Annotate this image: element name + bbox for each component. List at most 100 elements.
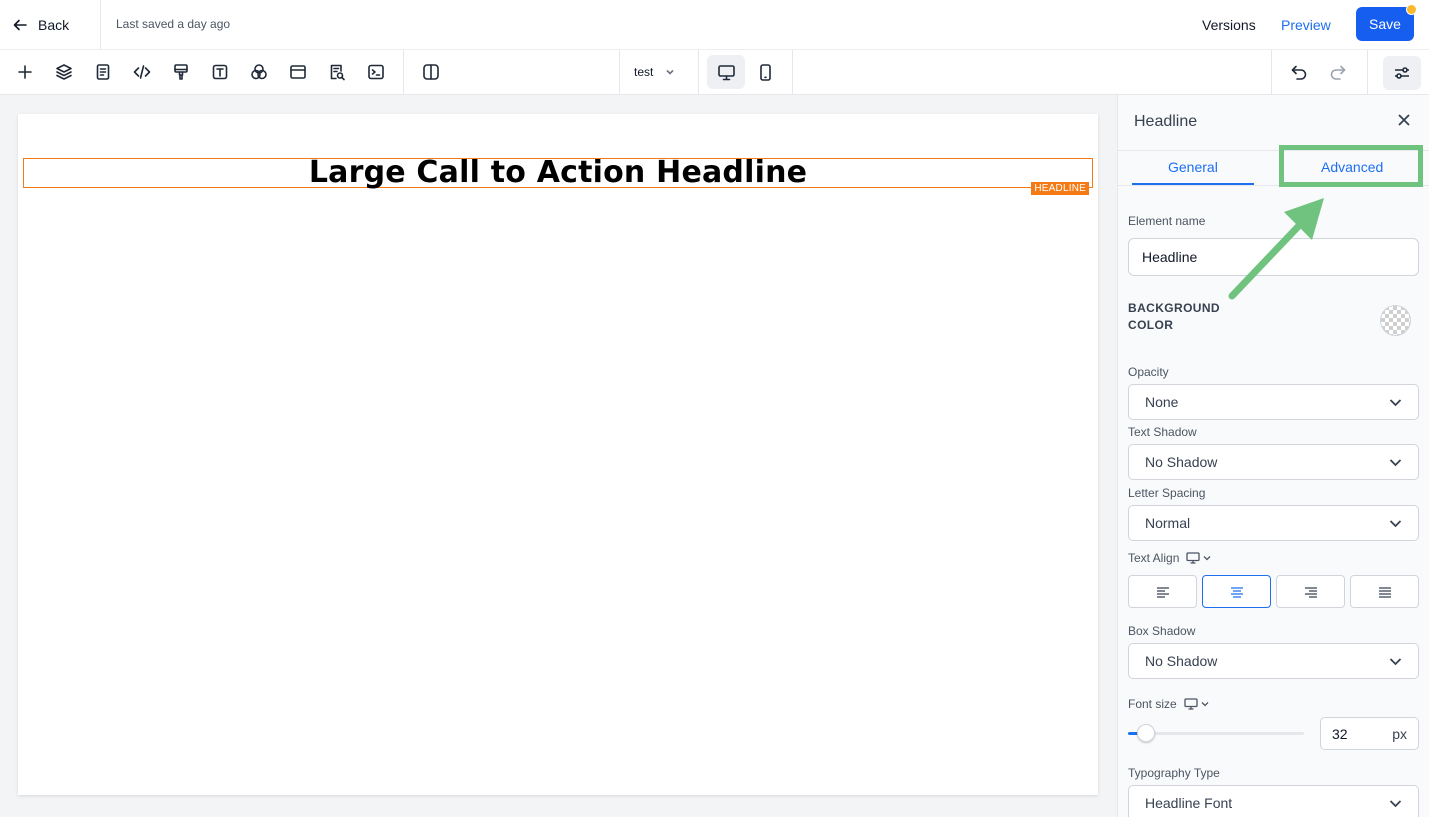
code-button[interactable] [129,59,155,85]
terminal-icon [368,64,384,80]
page-icon [96,64,110,80]
align-right-button[interactable] [1276,575,1345,608]
back-label: Back [38,17,70,33]
page-select-value: test [634,65,654,79]
last-saved-status: Last saved a day ago [116,17,231,31]
chevron-down-icon [1389,398,1402,406]
background-color-swatch[interactable] [1380,305,1411,336]
panel-header: Headline [1118,95,1429,150]
desktop-icon [717,64,735,80]
font-size-device-toggle[interactable] [1184,698,1209,710]
letter-spacing-select[interactable]: Normal [1128,505,1419,541]
text-align-device-toggle[interactable] [1186,552,1211,564]
undo-button[interactable] [1286,59,1312,85]
chevron-down-icon [1389,657,1402,665]
browser-window-icon [290,65,306,79]
background-color-label: BACKGROUND COLOR [1128,301,1220,332]
align-justify-button[interactable] [1350,575,1419,608]
panel-tabs: General Advanced [1118,150,1429,186]
text-shadow-select[interactable]: No Shadow [1128,444,1419,480]
chevron-down-icon [1389,458,1402,466]
desktop-view-button[interactable] [707,55,745,89]
opacity-value: None [1145,394,1179,410]
page-canvas: Large Call to Action Headline HEADLINE [18,114,1098,795]
text-icon [212,64,228,80]
pages-button[interactable] [90,59,116,85]
unsaved-indicator-dot [1406,4,1417,15]
split-view-button[interactable] [418,59,444,85]
align-left-button[interactable] [1128,575,1197,608]
toolbar-divider [1271,50,1272,95]
headline-text[interactable]: Large Call to Action Headline [309,158,807,188]
redo-icon [1330,65,1346,80]
arrow-left-icon [13,19,27,31]
element-name-input[interactable]: Headline [1128,238,1419,276]
sections-button[interactable] [285,59,311,85]
paint-roller-icon [174,64,188,80]
toolbar-divider [403,50,404,95]
preview-link[interactable]: Preview [1281,17,1331,33]
toolbar-divider [698,50,699,95]
selected-headline-element[interactable]: Large Call to Action Headline HEADLINE [23,158,1093,195]
align-center-button[interactable] [1202,575,1271,608]
opacity-select[interactable]: None [1128,384,1419,420]
desktop-icon [1184,698,1198,710]
top-header: Back Last saved a day ago Versions Previ… [0,0,1429,50]
font-size-label-row: Font size [1128,697,1209,711]
box-shadow-select[interactable]: No Shadow [1128,643,1419,679]
tab-general[interactable]: General [1168,159,1218,175]
layers-icon [56,64,72,80]
chevron-down-icon [1389,799,1402,807]
align-left-icon [1156,586,1169,598]
active-tab-indicator [1132,183,1254,185]
chevron-down-icon [1201,702,1209,707]
close-icon [1398,114,1410,126]
opacity-label: Opacity [1128,365,1169,379]
font-size-slider[interactable] [1128,724,1304,742]
header-divider [100,0,101,50]
box-shadow-value: No Shadow [1145,653,1218,669]
text-button[interactable] [207,59,233,85]
plus-icon [18,65,32,79]
desktop-icon [1186,552,1201,564]
code-icon [133,65,151,79]
toolbar-divider [792,50,793,95]
colors-button[interactable] [246,59,272,85]
custom-js-button[interactable] [363,59,389,85]
font-size-label: Font size [1128,697,1177,711]
element-name-label: Element name [1128,214,1206,228]
typography-type-label: Typography Type [1128,766,1220,780]
element-type-tag: HEADLINE [1031,182,1089,195]
text-align-label-row: Text Align [1128,551,1211,565]
versions-link[interactable]: Versions [1202,17,1256,33]
mobile-view-button[interactable] [746,55,784,89]
chevron-down-icon [666,69,674,75]
text-shadow-value: No Shadow [1145,454,1218,470]
seo-button[interactable] [324,59,350,85]
settings-panel-toggle[interactable] [1383,56,1421,90]
save-button[interactable]: Save [1356,7,1414,41]
typography-type-select[interactable]: Headline Font [1128,785,1419,817]
styles-button[interactable] [168,59,194,85]
chevron-down-icon [1203,556,1211,561]
close-panel-button[interactable] [1394,110,1414,130]
redo-button[interactable] [1325,59,1351,85]
add-element-button[interactable] [12,59,38,85]
typography-type-value: Headline Font [1145,795,1233,811]
box-shadow-label: Box Shadow [1128,624,1196,638]
toolbar-divider [619,50,620,95]
font-size-slider-thumb[interactable] [1137,724,1155,742]
mobile-icon [759,63,771,81]
page-select[interactable]: test [634,65,675,79]
split-columns-icon [423,64,439,80]
font-size-input[interactable]: 32 px [1320,717,1419,750]
letter-spacing-value: Normal [1145,515,1191,531]
tab-advanced[interactable]: Advanced [1321,159,1383,175]
editor-toolbar: test [0,50,1429,95]
text-align-label: Text Align [1128,551,1180,565]
sliders-icon [1395,67,1409,79]
back-button[interactable]: Back [12,12,69,38]
undo-icon [1291,65,1307,80]
letter-spacing-label: Letter Spacing [1128,486,1206,500]
layers-button[interactable] [51,59,77,85]
